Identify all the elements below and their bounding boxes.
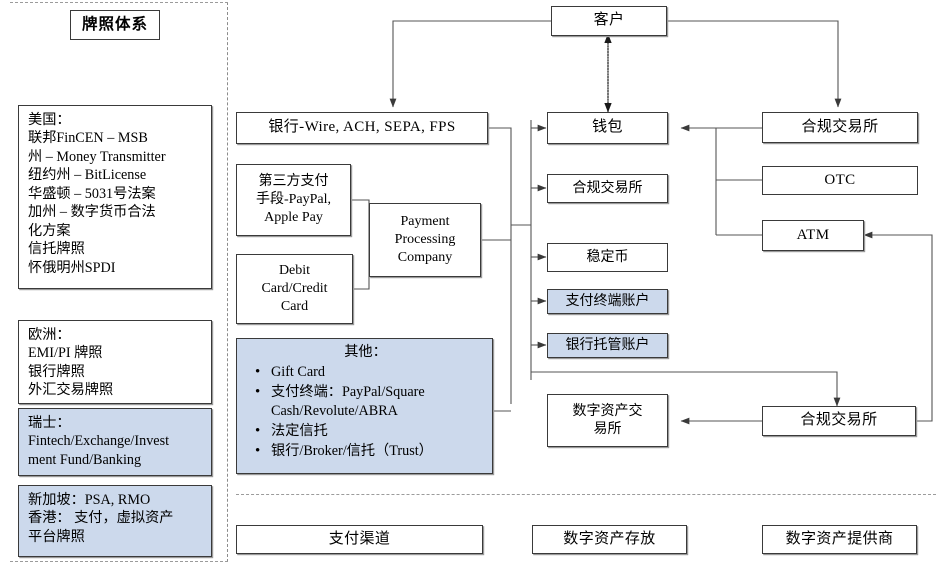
node-wallet: 钱包 xyxy=(547,112,668,144)
node-digital-asset-exchange: 数字资产交 易所 xyxy=(547,394,668,447)
footer-box-payment-channel: 支付渠道 xyxy=(236,525,483,554)
diagram-canvas: 牌照体系 美国： 联邦FinCEN – MSB 州 – Money Transm… xyxy=(0,0,939,564)
license-box-us: 美国： 联邦FinCEN – MSB 州 – Money Transmitter… xyxy=(18,105,212,289)
other-box-item: Gift Card xyxy=(249,362,486,382)
license-box-europe: 欧洲： EMI/PI 牌照 银行牌照 外汇交易牌照 xyxy=(18,320,212,404)
other-box-item: 支付终端：PayPal/Square Cash/Revolute/ABRA xyxy=(249,382,486,421)
divider-horizontal-left-bottom xyxy=(10,2,228,3)
node-other-payment-methods: 其他： Gift Card 支付终端：PayPal/Square Cash/Re… xyxy=(236,338,493,474)
license-system-title-box: 牌照体系 xyxy=(70,10,160,40)
node-compliant-exchange-bottom-right: 合规交易所 xyxy=(762,406,916,436)
node-compliant-exchange-top-right: 合规交易所 xyxy=(762,112,918,143)
node-bank-rails: 银行-Wire, ACH, SEPA, FPS xyxy=(236,112,488,144)
node-atm: ATM xyxy=(762,220,864,251)
other-box-item: 银行/Broker/信托（Trust） xyxy=(249,441,486,461)
node-third-party-payment: 第三方支付 手段-PayPal, Apple Pay xyxy=(236,164,351,236)
node-bank-custody-account: 银行托管账户 xyxy=(547,333,668,358)
node-stablecoin: 稳定币 xyxy=(547,243,668,272)
node-otc: OTC xyxy=(762,166,918,195)
node-payment-terminal-account: 支付终端账户 xyxy=(547,289,668,314)
other-box-item: 法定信托 xyxy=(249,421,486,441)
node-debit-credit-card: Debit Card/Credit Card xyxy=(236,254,353,324)
other-box-header: 其他： xyxy=(344,344,387,360)
license-box-singapore-hongkong: 新加坡：PSA, RMO 香港： 支付，虚拟资产 平台牌照 xyxy=(18,485,212,557)
license-box-switzerland: 瑞士： Fintech/Exchange/Invest ment Fund/Ba… xyxy=(18,408,212,476)
footer-box-digital-asset-storage: 数字资产存放 xyxy=(532,525,687,554)
node-customer: 客户 xyxy=(551,6,667,36)
divider-horizontal-footer xyxy=(236,494,936,495)
node-compliant-exchange-middle: 合规交易所 xyxy=(547,174,668,203)
divider-vertical-left xyxy=(227,2,228,562)
node-payment-processing-company: Payment Processing Company xyxy=(369,203,481,277)
other-box-content: 其他： Gift Card 支付终端：PayPal/Square Cash/Re… xyxy=(237,339,492,466)
footer-box-digital-asset-provider: 数字资产提供商 xyxy=(762,525,917,554)
divider-horizontal-left-top xyxy=(10,561,228,562)
